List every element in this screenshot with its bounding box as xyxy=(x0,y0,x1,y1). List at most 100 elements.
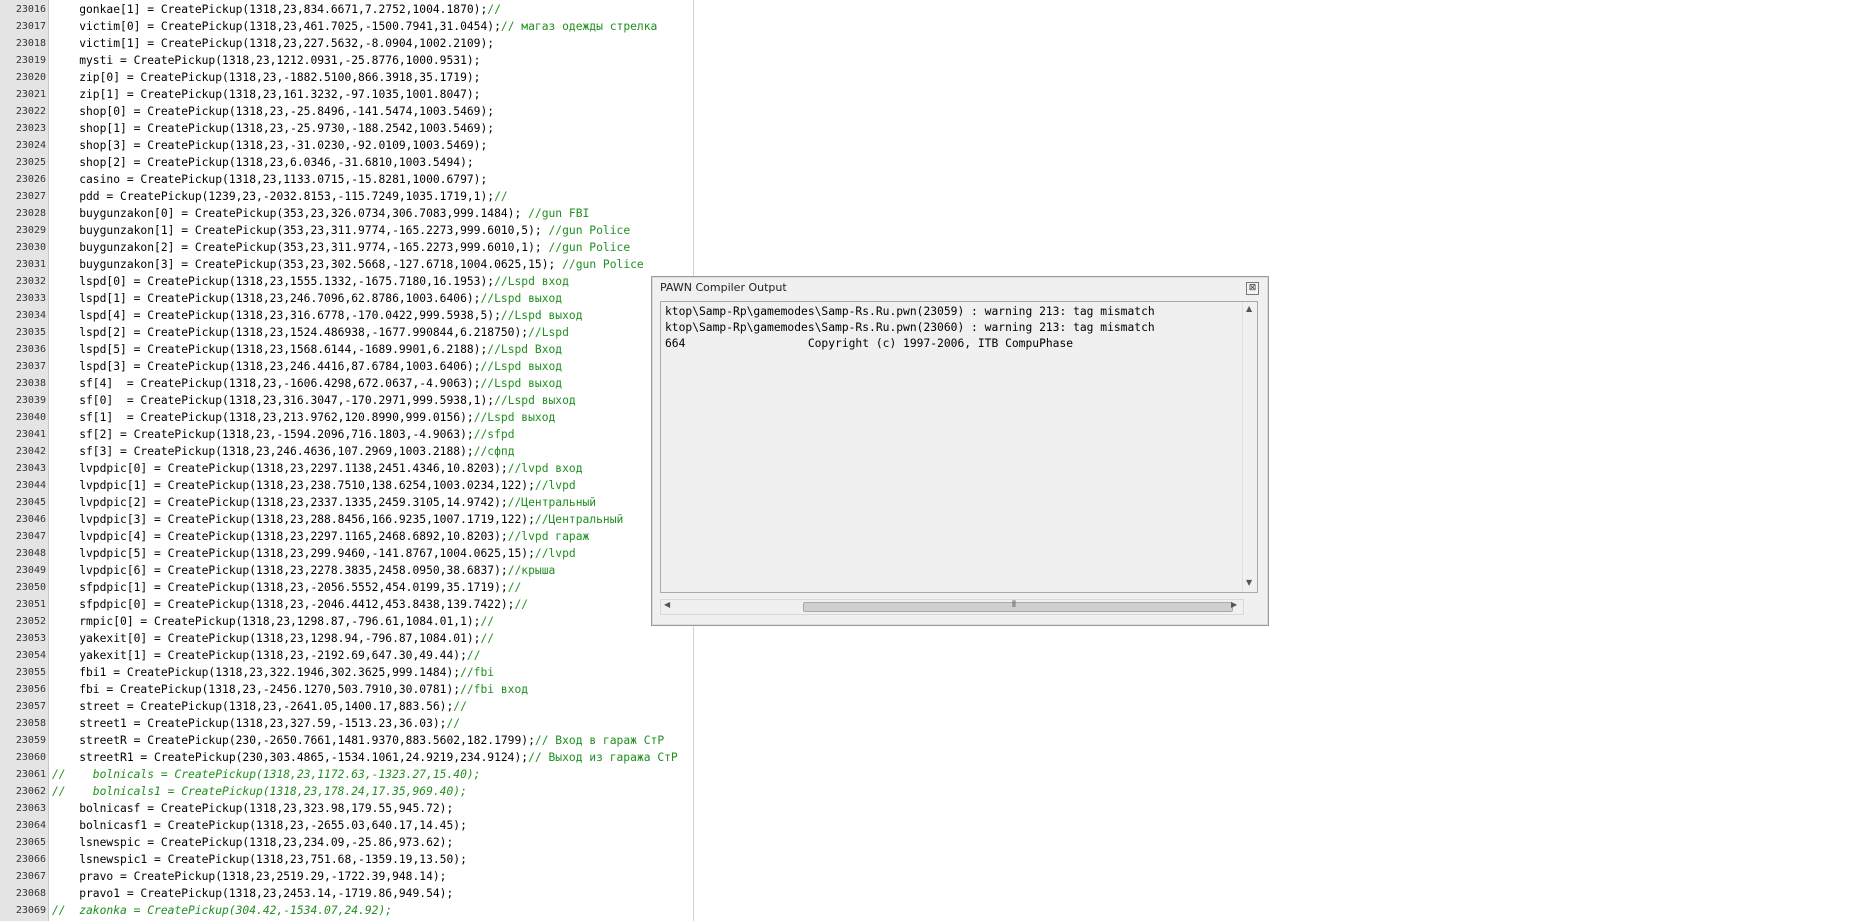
code-text: sfpdpic[1] = CreatePickup(1318,23,-2056.… xyxy=(52,579,521,596)
code-text: lspd[3] = CreatePickup(1318,23,246.4416,… xyxy=(52,358,562,375)
scroll-up-arrow-icon[interactable]: ▲ xyxy=(1246,304,1252,313)
horizontal-scroll-thumb[interactable]: ⦀ xyxy=(803,600,1233,612)
code-text: lvpdpic[1] = CreatePickup(1318,23,238.75… xyxy=(52,477,576,494)
code-statement: sf[3] = CreatePickup(1318,23,246.4636,10… xyxy=(52,445,474,458)
code-comment: //Lspd выход xyxy=(480,292,563,305)
code-line: 23065 lsnewspic = CreatePickup(1318,23,2… xyxy=(0,834,1862,851)
horizontal-scrollbar[interactable]: ◀ ⦀ ▶ xyxy=(660,599,1244,615)
code-line: 23018 victim[1] = CreatePickup(1318,23,2… xyxy=(0,35,1862,52)
code-statement: pravo = CreatePickup(1318,23,2519.29,-17… xyxy=(52,870,447,883)
code-statement: sf[2] = CreatePickup(1318,23,-1594.2096,… xyxy=(52,428,474,441)
scroll-left-arrow-icon[interactable]: ◀ xyxy=(664,600,670,609)
code-statement: shop[1] = CreatePickup(1318,23,-25.9730,… xyxy=(52,122,495,135)
code-statement: buygunzakon[2] = CreatePickup(353,23,311… xyxy=(52,241,549,254)
code-text: // bolnicals = CreatePickup(1318,23,1172… xyxy=(52,766,480,783)
code-text: yakexit[0] = CreatePickup(1318,23,1298.9… xyxy=(52,630,494,647)
line-number: 23049 xyxy=(15,565,46,576)
code-comment: //fbi xyxy=(460,666,495,679)
line-number: 23028 xyxy=(15,208,46,219)
code-statement: lvpdpic[5] = CreatePickup(1318,23,299.94… xyxy=(52,547,535,560)
line-number: 23037 xyxy=(15,361,46,372)
line-number: 23020 xyxy=(15,72,46,83)
line-number: 23026 xyxy=(15,174,46,185)
code-line: 23019 mysti = CreatePickup(1318,23,1212.… xyxy=(0,52,1862,69)
output-text-area[interactable]: ktop\Samp-Rp\gamemodes\Samp-Rs.Ru.pwn(23… xyxy=(660,301,1258,593)
code-statement: shop[2] = CreatePickup(1318,23,6.0346,-3… xyxy=(52,156,474,169)
code-statement: lvpdpic[2] = CreatePickup(1318,23,2337.1… xyxy=(52,496,508,509)
line-number: 23030 xyxy=(15,242,46,253)
code-statement: buygunzakon[1] = CreatePickup(353,23,311… xyxy=(52,224,549,237)
code-statement: lspd[3] = CreatePickup(1318,23,246.4416,… xyxy=(52,360,481,373)
scroll-down-arrow-icon[interactable]: ▼ xyxy=(1246,578,1252,587)
code-line: 23067 pravo = CreatePickup(1318,23,2519.… xyxy=(0,868,1862,885)
code-text: fbi = CreatePickup(1318,23,-2456.1270,50… xyxy=(52,681,528,698)
code-text: sf[0] = CreatePickup(1318,23,316.3047,-1… xyxy=(52,392,576,409)
code-line: 23026 casino = CreatePickup(1318,23,1133… xyxy=(0,171,1862,188)
code-comment: // zakonka = CreatePickup(304.42,-1534.0… xyxy=(52,904,393,917)
code-comment: //Центральный xyxy=(534,513,624,526)
code-statement: lvpdpic[1] = CreatePickup(1318,23,238.75… xyxy=(52,479,535,492)
line-number: 23058 xyxy=(15,718,46,729)
code-text: shop[0] = CreatePickup(1318,23,-25.8496,… xyxy=(52,103,494,120)
code-line: 23056 fbi = CreatePickup(1318,23,-2456.1… xyxy=(0,681,1862,698)
code-statement: zip[1] = CreatePickup(1318,23,161.3232,-… xyxy=(52,88,481,101)
code-text: // zakonka = CreatePickup(304.42,-1534.0… xyxy=(52,902,392,919)
vertical-scrollbar[interactable]: ▲ ▼ xyxy=(1242,302,1257,592)
code-statement: victim[0] = CreatePickup(1318,23,461.702… xyxy=(52,20,501,33)
code-statement: mysti = CreatePickup(1318,23,1212.0931,-… xyxy=(52,54,481,67)
code-text: mysti = CreatePickup(1318,23,1212.0931,-… xyxy=(52,52,480,69)
code-comment: // bolnicals1 = CreatePickup(1318,23,178… xyxy=(52,785,467,798)
code-line: 23064 bolnicasf1 = CreatePickup(1318,23,… xyxy=(0,817,1862,834)
code-statement: yakexit[1] = CreatePickup(1318,23,-2192.… xyxy=(52,649,467,662)
line-number: 23025 xyxy=(15,157,46,168)
grip-icon: ⦀ xyxy=(1012,600,1016,610)
code-comment: //gun Police xyxy=(548,241,631,254)
code-text: // bolnicals1 = CreatePickup(1318,23,178… xyxy=(52,783,467,800)
line-number: 23041 xyxy=(15,429,46,440)
code-line: 23069 // zakonka = CreatePickup(304.42,-1… xyxy=(0,902,1862,919)
code-statement: lvpdpic[0] = CreatePickup(1318,23,2297.1… xyxy=(52,462,508,475)
close-icon[interactable]: ⊠ xyxy=(1246,282,1259,295)
code-line: 23061 // bolnicals = CreatePickup(1318,23… xyxy=(0,766,1862,783)
code-comment: //сфпд xyxy=(473,445,515,458)
code-comment: //крыша xyxy=(507,564,556,577)
line-number: 23057 xyxy=(15,701,46,712)
code-statement: bolnicasf = CreatePickup(1318,23,323.98,… xyxy=(52,802,454,815)
code-comment: //gun FBI xyxy=(528,207,590,220)
line-number: 23021 xyxy=(15,89,46,100)
code-text: lspd[5] = CreatePickup(1318,23,1568.6144… xyxy=(52,341,562,358)
code-statement: street = CreatePickup(1318,23,-2641.05,1… xyxy=(52,700,454,713)
line-number: 23059 xyxy=(15,735,46,746)
code-statement: sfpdpic[1] = CreatePickup(1318,23,-2056.… xyxy=(52,581,508,594)
code-statement: zip[0] = CreatePickup(1318,23,-1882.5100… xyxy=(52,71,481,84)
code-text: victim[0] = CreatePickup(1318,23,461.702… xyxy=(52,18,657,35)
line-number: 23047 xyxy=(15,531,46,542)
code-line: 23020 zip[0] = CreatePickup(1318,23,-188… xyxy=(0,69,1862,86)
code-line: 23055 fbi1 = CreatePickup(1318,23,322.19… xyxy=(0,664,1862,681)
code-text: gonkae[1] = CreatePickup(1318,23,834.667… xyxy=(52,1,501,18)
line-number: 23031 xyxy=(15,259,46,270)
code-comment: // xyxy=(487,3,501,16)
dialog-title: PAWN Compiler Output xyxy=(660,281,787,294)
scroll-right-arrow-icon[interactable]: ▶ xyxy=(1231,600,1237,609)
code-statement: sf[1] = CreatePickup(1318,23,213.9762,12… xyxy=(52,411,474,424)
compiler-output-dialog: PAWN Compiler Output ⊠ ktop\Samp-Rp\game… xyxy=(651,276,1269,626)
line-number: 23055 xyxy=(15,667,46,678)
code-comment: // xyxy=(453,700,467,713)
code-comment: // Вход в гараж СтР xyxy=(534,734,665,747)
line-number: 23066 xyxy=(15,854,46,865)
code-text: pdd = CreatePickup(1239,23,-2032.8153,-1… xyxy=(52,188,508,205)
code-text: yakexit[1] = CreatePickup(1318,23,-2192.… xyxy=(52,647,480,664)
code-statement: pravo1 = CreatePickup(1318,23,2453.14,-1… xyxy=(52,887,454,900)
code-text: sf[1] = CreatePickup(1318,23,213.9762,12… xyxy=(52,409,555,426)
line-number: 23063 xyxy=(15,803,46,814)
line-number: 23023 xyxy=(15,123,46,134)
code-comment: //Lspd выход xyxy=(473,411,556,424)
line-number: 23029 xyxy=(15,225,46,236)
line-number: 23051 xyxy=(15,599,46,610)
code-comment: //gun Police xyxy=(548,224,631,237)
line-number: 23027 xyxy=(15,191,46,202)
code-text: shop[1] = CreatePickup(1318,23,-25.9730,… xyxy=(52,120,494,137)
code-line: 23023 shop[1] = CreatePickup(1318,23,-25… xyxy=(0,120,1862,137)
code-statement: lvpdpic[3] = CreatePickup(1318,23,288.84… xyxy=(52,513,535,526)
